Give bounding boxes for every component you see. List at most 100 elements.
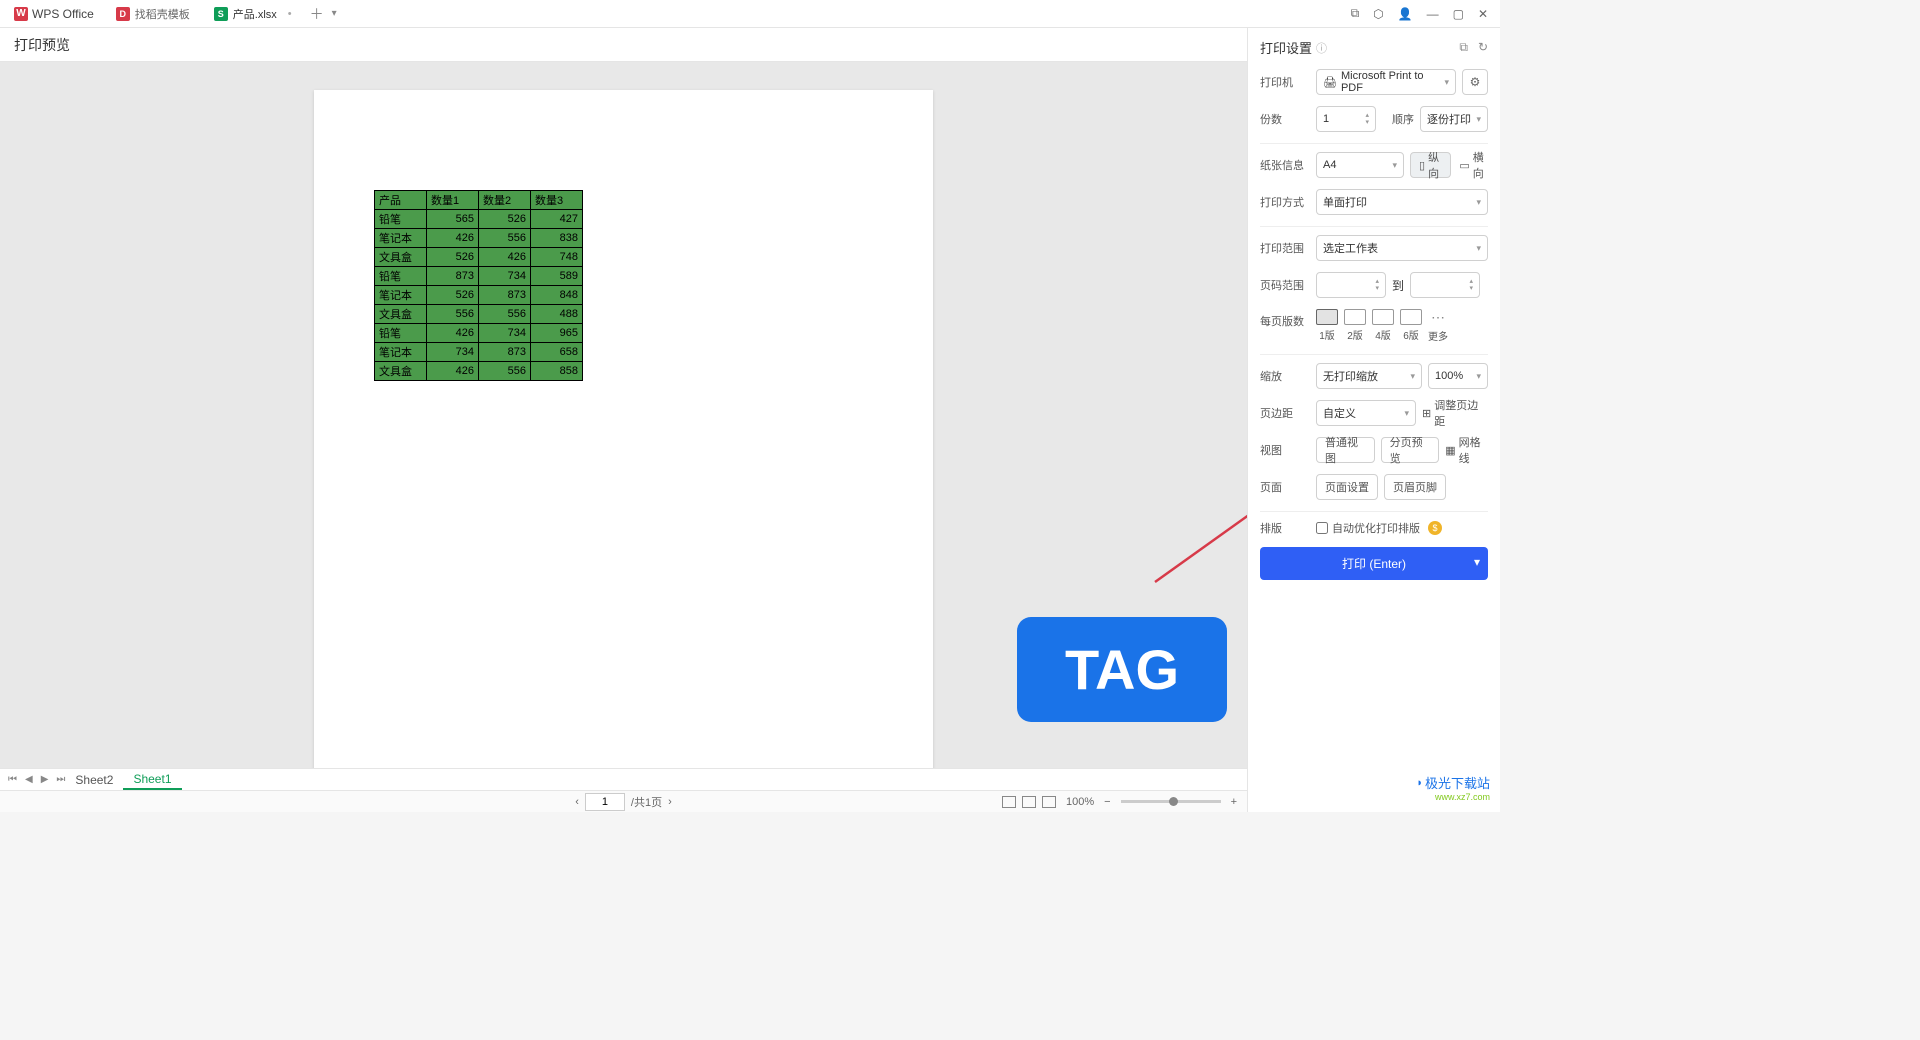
zoom-in-button[interactable]: + xyxy=(1231,796,1237,808)
view-mode-2-icon[interactable] xyxy=(1022,796,1036,808)
table-row: 笔记本426556838 xyxy=(375,229,583,248)
app-logo: W WPS Office xyxy=(6,7,102,21)
site-watermark: ◗ 极光下载站 www.xz7.com xyxy=(1416,773,1490,802)
auto-optimize-input[interactable] xyxy=(1316,522,1328,534)
adjust-margins-button[interactable]: ⊞调整页边距 xyxy=(1422,400,1488,426)
page-number-input[interactable] xyxy=(585,793,625,811)
close-window-button[interactable]: ✕ xyxy=(1478,7,1488,21)
new-tab-button[interactable]: ＋ xyxy=(310,4,324,24)
sheet-first-button[interactable]: ⏮ xyxy=(8,774,17,785)
tab-dirty-indicator: • xyxy=(288,8,292,20)
tab-product-xlsx[interactable]: S 产品.xlsx • xyxy=(204,2,302,26)
landscape-button[interactable]: ▭横向 xyxy=(1457,152,1488,178)
sheet-tab-sheet2[interactable]: Sheet2 xyxy=(65,771,123,789)
zoom-pct-select[interactable]: 100%▾ xyxy=(1428,363,1488,389)
page-to-input[interactable]: ▴▾ xyxy=(1410,272,1480,298)
zoom-label: 缩放 xyxy=(1260,368,1310,384)
status-bar: ‹ /共1页 › 100% − + xyxy=(0,790,1247,812)
table-row: 笔记本734873658 xyxy=(375,343,583,362)
layout-4up[interactable]: 4版 xyxy=(1372,309,1394,342)
copies-input[interactable]: 1 ▴▾ xyxy=(1316,106,1376,132)
landscape-icon: ▭ xyxy=(1459,159,1469,172)
layout-1up[interactable]: 1版 xyxy=(1316,309,1338,342)
sheet-nav-buttons: ⏮ ◀ ▶ ⏭ xyxy=(8,774,65,785)
site-logo-icon: ◗ xyxy=(1416,777,1423,789)
layout-2up[interactable]: 2版 xyxy=(1344,309,1366,342)
page-from-input[interactable]: ▴▾ xyxy=(1316,272,1386,298)
tab-dropdown-button[interactable]: ▾ xyxy=(332,8,337,19)
avatar-icon[interactable]: 👤 xyxy=(1398,7,1413,21)
help-icon[interactable]: ⓘ xyxy=(1316,40,1327,56)
layout-6up[interactable]: 6版 xyxy=(1400,309,1422,342)
mode-select[interactable]: 单面打印▾ xyxy=(1316,189,1488,215)
sheet-last-button[interactable]: ⏭ xyxy=(56,774,65,785)
table-row: 铅笔873734589 xyxy=(375,267,583,286)
spreadsheet-tab-icon: S xyxy=(214,7,228,21)
range-select[interactable]: 选定工作表▾ xyxy=(1316,235,1488,261)
preview-canvas[interactable]: 产品数量1数量2数量3 铅笔565526427 笔记本426556838 文具盒… xyxy=(0,62,1247,768)
sheet-prev-button[interactable]: ◀ xyxy=(25,774,33,785)
margin-select[interactable]: 自定义▾ xyxy=(1316,400,1416,426)
page-total-label: /共1页 xyxy=(631,794,662,810)
page-setup-button[interactable]: 页面设置 xyxy=(1316,474,1378,500)
cube-icon[interactable]: ⬡ xyxy=(1373,7,1383,21)
premium-badge-icon: $ xyxy=(1428,521,1442,535)
page-label: 页面 xyxy=(1260,479,1310,495)
order-select[interactable]: 逐份打印▾ xyxy=(1420,106,1488,132)
zoom-out-button[interactable]: − xyxy=(1104,796,1110,808)
zoom-select[interactable]: 无打印缩放▾ xyxy=(1316,363,1422,389)
print-dropdown-icon[interactable]: ▾ xyxy=(1474,555,1480,569)
to-label: 到 xyxy=(1392,277,1404,294)
app-menu-icon[interactable]: ⧉ xyxy=(1351,6,1360,21)
printer-settings-button[interactable]: ⚙ xyxy=(1462,69,1488,95)
page-prev-button[interactable]: ‹ xyxy=(575,796,579,808)
layout-more[interactable]: ⋯更多 xyxy=(1428,309,1448,343)
header-footer-button[interactable]: 页眉页脚 xyxy=(1384,474,1446,500)
paper-select[interactable]: A4▾ xyxy=(1316,152,1404,178)
title-bar: W WPS Office D 找稻壳模板 S 产品.xlsx • ＋ ▾ ⧉ ⬡… xyxy=(0,0,1500,28)
table-row: 文具盒526426748 xyxy=(375,248,583,267)
gear-icon: ⚙ xyxy=(1470,75,1481,89)
template-tab-icon: D xyxy=(116,7,130,21)
panel-dock-icon[interactable]: ⧉ xyxy=(1459,40,1468,55)
page-next-button[interactable]: › xyxy=(668,796,672,808)
page-break-view-button[interactable]: 分页预览 xyxy=(1381,437,1440,463)
print-settings-panel: 打印设置 ⓘ ⧉ ↻ 打印机 🖨Microsoft Print to PDF ▾… xyxy=(1247,28,1500,812)
maximize-button[interactable]: ▢ xyxy=(1453,7,1464,21)
watermark: 电脑技术网 www.tagxp.com TAG xyxy=(1037,649,1227,722)
portrait-button[interactable]: ▯纵向 xyxy=(1410,152,1451,178)
minimize-button[interactable]: — xyxy=(1427,7,1439,21)
sheet-tab-sheet1[interactable]: Sheet1 xyxy=(123,770,181,790)
auto-optimize-checkbox[interactable]: 自动优化打印排版 $ xyxy=(1316,520,1442,536)
zoom-value-label[interactable]: 100% xyxy=(1066,796,1094,808)
page-preview: 产品数量1数量2数量3 铅笔565526427 笔记本426556838 文具盒… xyxy=(314,90,933,768)
layout-label: 每页版数 xyxy=(1260,309,1310,329)
sheet-tab-bar: ⏮ ◀ ▶ ⏭ Sheet2 Sheet1 xyxy=(0,768,1247,790)
tab-template[interactable]: D 找稻壳模板 xyxy=(106,2,200,26)
panel-title: 打印设置 ⓘ xyxy=(1260,38,1327,57)
gridlines-button[interactable]: ▦网格线 xyxy=(1445,437,1488,463)
view-mode-3-icon[interactable] xyxy=(1042,796,1056,808)
table-row: 铅笔426734965 xyxy=(375,324,583,343)
margin-label: 页边距 xyxy=(1260,405,1310,421)
app-name: WPS Office xyxy=(32,7,94,21)
toolbar-title: 打印预览 xyxy=(14,35,70,55)
page-range-label: 页码范围 xyxy=(1260,277,1310,293)
table-row: 笔记本526873848 xyxy=(375,286,583,305)
window-controls: ⧉ ⬡ 👤 — ▢ ✕ xyxy=(1351,6,1494,21)
table-row: 铅笔565526427 xyxy=(375,210,583,229)
copies-label: 份数 xyxy=(1260,111,1310,127)
zoom-slider[interactable] xyxy=(1121,800,1221,803)
portrait-icon: ▯ xyxy=(1419,159,1425,172)
panel-refresh-icon[interactable]: ↻ xyxy=(1478,40,1488,55)
grid-icon: ▦ xyxy=(1445,444,1455,457)
printer-select[interactable]: 🖨Microsoft Print to PDF ▾ xyxy=(1316,69,1456,95)
wps-logo-icon: W xyxy=(14,7,28,21)
print-button[interactable]: 打印 (Enter) xyxy=(1260,547,1488,580)
data-table: 产品数量1数量2数量3 铅笔565526427 笔记本426556838 文具盒… xyxy=(374,190,583,381)
normal-view-button[interactable]: 普通视图 xyxy=(1316,437,1375,463)
paper-label: 纸张信息 xyxy=(1260,157,1310,173)
printer-icon: 🖨 xyxy=(1323,76,1337,89)
sheet-next-button[interactable]: ▶ xyxy=(41,774,49,785)
view-mode-1-icon[interactable] xyxy=(1002,796,1016,808)
